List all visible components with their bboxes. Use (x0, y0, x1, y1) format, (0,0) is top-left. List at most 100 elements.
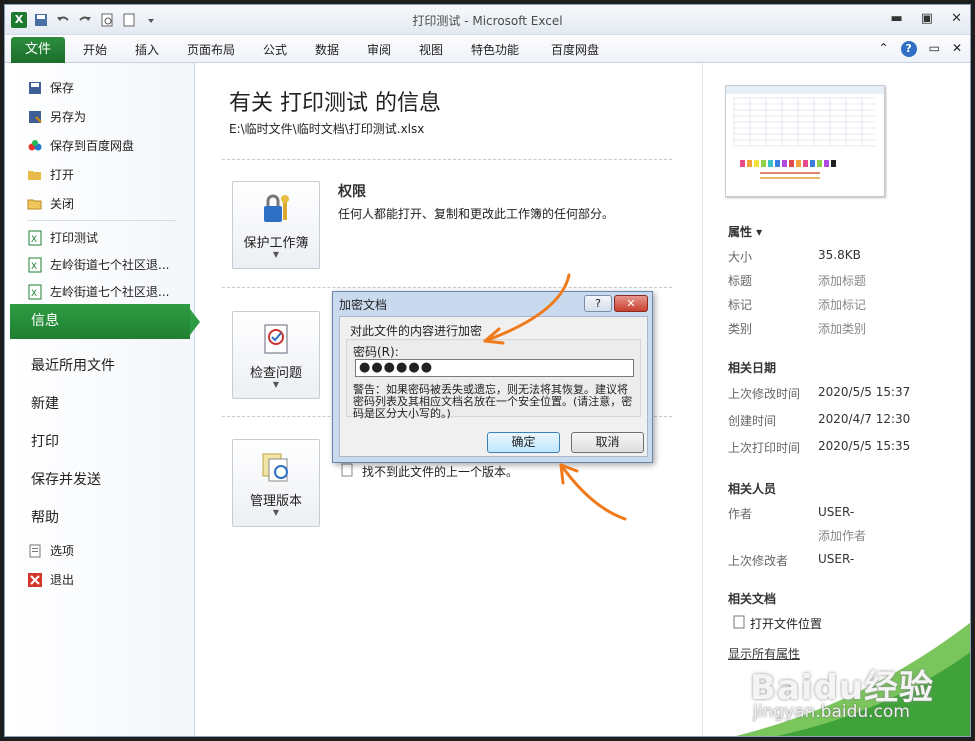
nav-print[interactable]: 打印 (31, 431, 59, 451)
maximize-icon[interactable]: ▣ (921, 11, 933, 26)
nav-save-and-send[interactable]: 保存并发送 (31, 469, 101, 489)
dialog-title: 加密文档 (339, 298, 388, 312)
dialog-help-button[interactable]: ? (584, 295, 612, 312)
author-value[interactable]: USER- (818, 505, 854, 519)
page-title: 有关 打印测试 的信息 (229, 91, 441, 116)
password-group: 密码(R): ●●●●●● 警告：如果密码被丢失或遗忘，则无法将其恢复。建议将密… (346, 339, 641, 420)
title-bar: X 打印测试 - Microsoft Excel ▬ ▣ ✕ (5, 5, 970, 35)
prop-value-title[interactable]: 添加标题 (818, 272, 866, 289)
prop-value-tags[interactable]: 添加标记 (818, 296, 866, 313)
people-heading: 相关人员 (728, 482, 777, 496)
backstage-nav: 保存 另存为 保存到百度网盘 打开 关闭 X 打印测试 X 左岭街道七个社区退...… (5, 63, 200, 736)
exit-icon (27, 572, 43, 588)
prop-value-category[interactable]: 添加类别 (818, 320, 866, 337)
author-label: 作者 (728, 507, 753, 521)
options-icon (27, 543, 43, 559)
nav-info[interactable]: 信息 (10, 304, 200, 339)
tab-view[interactable]: 视图 (419, 41, 443, 58)
nav-recent-file[interactable]: X 打印测试 (27, 229, 98, 246)
close-workbook-icon[interactable]: ✕ (952, 41, 962, 57)
manage-versions-label: 管理版本 (249, 494, 302, 509)
excel-window: X 打印测试 - Microsoft Excel ▬ ▣ ✕ 文件 开始 插入 … (4, 4, 971, 737)
dialog-prompt: 对此文件的内容进行加密 (350, 324, 483, 338)
cancel-button[interactable]: 取消 (571, 432, 644, 453)
section-divider (222, 159, 672, 160)
document-thumbnail[interactable] (725, 85, 885, 197)
close-folder-icon (27, 196, 43, 212)
versions-icon (259, 450, 293, 484)
nav-divider (27, 220, 177, 221)
prop-value-size: 35.8KB (818, 248, 861, 262)
excel-file-icon: X (27, 284, 43, 300)
versions-description: 找不到此文件的上一个版本。 (362, 465, 519, 479)
checklist-icon (259, 322, 293, 356)
tab-formulas[interactable]: 公式 (263, 41, 287, 58)
tab-home[interactable]: 开始 (83, 41, 107, 58)
nav-exit[interactable]: 退出 (27, 571, 74, 588)
ok-button[interactable]: 确定 (487, 432, 560, 453)
last-modified-by-value: USER- (818, 552, 855, 566)
window-controls: ▬ ▣ ✕ (891, 11, 963, 26)
nav-recent[interactable]: 最近所用文件 (31, 355, 115, 375)
tab-page-layout[interactable]: 页面布局 (187, 41, 235, 58)
manage-versions-button[interactable]: 管理版本 ▼ (232, 439, 320, 527)
protect-workbook-button[interactable]: 保护工作簿 ▼ (232, 181, 320, 269)
properties-heading[interactable]: 属性 ▾ (728, 223, 762, 240)
version-doc-icon (340, 463, 354, 477)
file-path: E:\临时文件\临时文档\打印测试.xlsx (229, 122, 425, 136)
restore-window-icon[interactable]: ▭ (929, 41, 940, 57)
nav-save-to-baidu[interactable]: 保存到百度网盘 (27, 137, 134, 154)
tab-insert[interactable]: 插入 (135, 41, 159, 58)
permissions-description: 任何人都能打开、复制和更改此工作簿的任何部分。 (338, 207, 615, 221)
password-label: 密码(R): (353, 345, 399, 359)
svg-text:X: X (31, 235, 37, 245)
add-author-link[interactable]: 添加作者 (818, 527, 866, 544)
nav-close[interactable]: 关闭 (27, 195, 74, 212)
dates-heading: 相关日期 (728, 361, 777, 375)
tab-baidu-netdisk[interactable]: 百度网盘 (551, 41, 599, 58)
dropdown-caret-icon: ▼ (272, 380, 280, 389)
save-as-icon (27, 109, 43, 125)
protect-workbook-label: 保护工作簿 (243, 236, 309, 251)
close-icon[interactable]: ✕ (951, 11, 962, 26)
date-label-modified: 上次修改时间 (728, 387, 801, 401)
minimize-icon[interactable]: ▬ (891, 11, 903, 26)
date-label-printed: 上次打印时间 (728, 441, 801, 455)
prop-label-category: 类别 (728, 322, 753, 336)
encrypt-document-dialog: 加密文档 ? ✕ 对此文件的内容进行加密 密码(R): ●●●●●● 警告：如果… (332, 291, 653, 463)
prop-label-size: 大小 (728, 250, 753, 264)
dialog-body: 对此文件的内容进行加密 密码(R): ●●●●●● 警告：如果密码被丢失或遗忘，… (339, 316, 648, 457)
nav-save-as[interactable]: 另存为 (27, 108, 86, 125)
tab-review[interactable]: 审阅 (367, 41, 391, 58)
nav-help[interactable]: 帮助 (31, 507, 59, 527)
watermark-url: jingyan.baidu.com (753, 702, 910, 722)
svg-text:X: X (31, 262, 37, 272)
prop-label-title: 标题 (728, 274, 753, 288)
open-folder-icon (27, 167, 43, 183)
nav-options[interactable]: 选项 (27, 542, 74, 559)
password-warning: 警告：如果密码被丢失或遗忘，则无法将其恢复。建议将密码列表及其相应文档名放在一个… (353, 383, 633, 420)
help-icon[interactable]: ? (900, 41, 917, 57)
dialog-close-button[interactable]: ✕ (614, 295, 648, 312)
nav-recent-file[interactable]: X 左岭街道七个社区退... (27, 283, 169, 300)
prop-label-tags: 标记 (728, 298, 753, 312)
baidu-cloud-icon (27, 138, 43, 154)
excel-file-icon: X (27, 230, 43, 246)
nav-open[interactable]: 打开 (27, 166, 74, 183)
date-value-modified: 2020/5/5 15:37 (818, 385, 911, 399)
nav-new[interactable]: 新建 (31, 393, 59, 413)
nav-recent-file[interactable]: X 左岭街道七个社区退... (27, 256, 169, 273)
tab-file[interactable]: 文件 (11, 37, 65, 63)
section-divider (222, 287, 672, 288)
tab-data[interactable]: 数据 (315, 41, 339, 58)
collapse-ribbon-icon[interactable]: ⌃ (879, 41, 889, 57)
date-value-printed: 2020/5/5 15:35 (818, 439, 911, 453)
tab-special-features[interactable]: 特色功能 (471, 41, 519, 58)
nav-save[interactable]: 保存 (27, 79, 74, 96)
check-issues-button[interactable]: 检查问题 ▼ (232, 311, 320, 399)
password-input[interactable]: ●●●●●● (355, 359, 634, 377)
ribbon-right-controls: ⌃ ? ▭ ✕ (879, 41, 962, 57)
lock-key-icon (259, 192, 293, 226)
dropdown-caret-icon: ▼ (272, 508, 280, 517)
last-modified-by-label: 上次修改者 (728, 554, 789, 568)
